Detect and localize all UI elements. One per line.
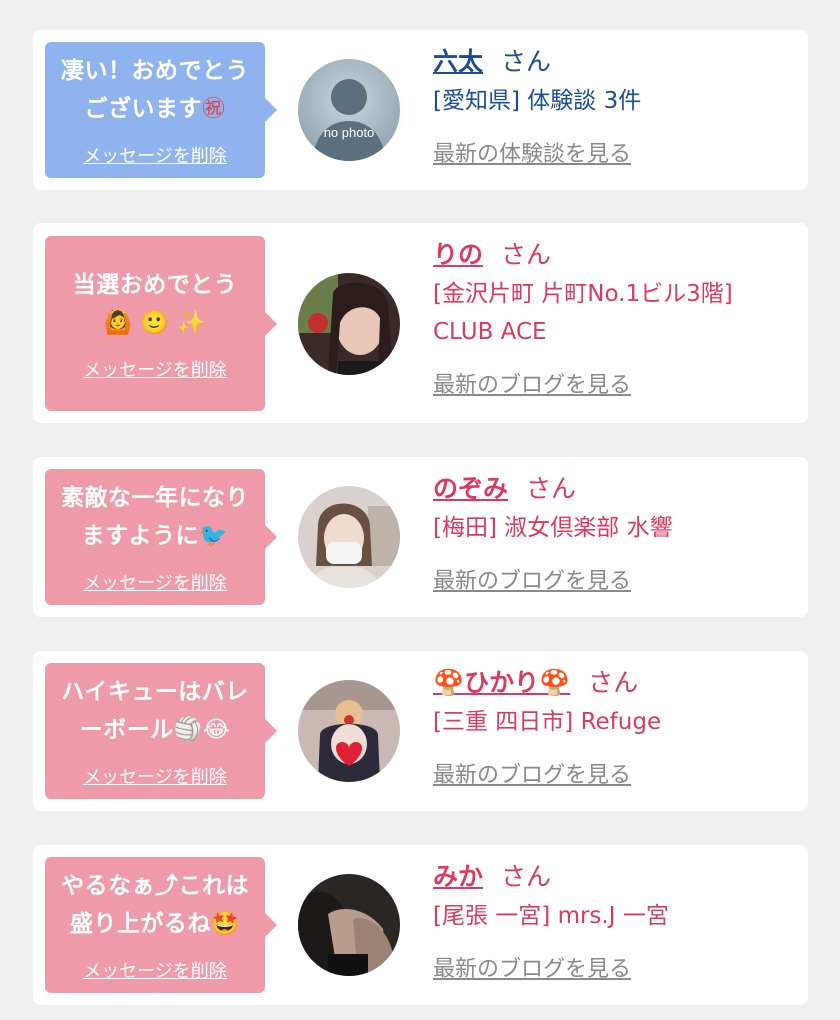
message-bubble: やるなぁ⤴これは盛り上がるね🤩 メッセージを削除 <box>45 857 277 993</box>
latest-post-link[interactable]: 最新のブログを見る <box>433 757 788 789</box>
latest-post-link[interactable]: 最新のブログを見る <box>433 563 788 595</box>
user-name-link[interactable]: 六太 <box>433 47 483 76</box>
message-bubble: 当選おめでとう 🙆 🙂 ✨ メッセージを削除 <box>45 236 277 411</box>
latest-post-link[interactable]: 最新のブログを見る <box>433 367 788 399</box>
latest-post-link[interactable]: 最新のブログを見る <box>433 951 788 983</box>
list-item: 素敵な一年になりますように🐦 メッセージを削除 のぞみ さん [梅田] 淑女倶楽部… <box>33 457 808 617</box>
avatar[interactable] <box>298 874 400 976</box>
user-name-link[interactable]: みか <box>433 862 483 891</box>
message-text: 当選おめでとう <box>72 271 238 298</box>
delete-message-link[interactable]: メッセージを削除 <box>83 957 227 983</box>
avatar[interactable] <box>298 680 400 782</box>
bird-icon: 🐦 <box>199 523 229 549</box>
honorific: さん <box>526 474 577 503</box>
message-bubble: 素敵な一年になりますように🐦 メッセージを削除 <box>45 469 277 605</box>
message-bubble: ハイキューはバレーボール🏐😂 メッセージを削除 <box>45 663 277 799</box>
honorific: さん <box>501 47 552 76</box>
user-info: みか さん [尾張 一宮] mrs.J 一宮 最新のブログを見る <box>433 859 788 983</box>
user-name-link[interactable]: りの <box>433 240 483 269</box>
star-struck-icon: 🤩 <box>210 911 241 937</box>
list-item: 当選おめでとう 🙆 🙂 ✨ メッセージを削除 りの さん [金沢片町 片町No.1ビ… <box>33 223 808 423</box>
latest-post-link[interactable]: 最新の体験談を見る <box>433 136 788 168</box>
volleyball-laugh-icon: 🏐😂 <box>173 717 231 743</box>
list-item: 凄い！おめでとうございます㊗ メッセージを削除 no photo 六太 さん [… <box>33 30 808 190</box>
user-detail: [梅田] 淑女倶楽部 水響 <box>433 515 673 541</box>
user-name-link[interactable]: のぞみ <box>433 474 508 503</box>
delete-message-link[interactable]: メッセージを削除 <box>83 142 227 168</box>
honorific: さん <box>588 668 639 697</box>
user-detail: [金沢片町 片町No.1ビル3階] CLUB ACE <box>433 281 733 345</box>
user-detail: [尾張 一宮] mrs.J 一宮 <box>433 903 669 929</box>
user-info: 🍄ひかり🍄 さん [三重 四日市] Refuge 最新のブログを見る <box>433 665 788 789</box>
emoji-icon: 🙆 🙂 ✨ <box>103 309 207 336</box>
avatar[interactable]: no photo <box>298 59 400 161</box>
delete-message-link[interactable]: メッセージを削除 <box>83 763 227 789</box>
honorific: さん <box>501 862 552 891</box>
user-detail: [三重 四日市] Refuge <box>433 709 662 735</box>
celebration-icon: ㊗ <box>202 96 226 122</box>
user-name-link[interactable]: 🍄ひかり🍄 <box>433 668 570 697</box>
user-detail: [愛知県] 体験談 3件 <box>433 88 642 114</box>
avatar[interactable] <box>298 486 400 588</box>
avatar[interactable] <box>298 273 400 375</box>
user-info: のぞみ さん [梅田] 淑女倶楽部 水響 最新のブログを見る <box>433 471 788 595</box>
message-bubble: 凄い！おめでとうございます㊗ メッセージを削除 <box>45 42 277 178</box>
no-photo-label: no photo <box>324 125 375 140</box>
user-info: りの さん [金沢片町 片町No.1ビル3階] CLUB ACE 最新のブログを見… <box>433 237 788 399</box>
message-list: 凄い！おめでとうございます㊗ メッセージを削除 no photo 六太 さん [… <box>0 0 840 1020</box>
list-item: ハイキューはバレーボール🏐😂 メッセージを削除 🍄ひかり🍄 さん [三重 四日市]… <box>33 651 808 811</box>
honorific: さん <box>501 240 552 269</box>
user-info: 六太 さん [愛知県] 体験談 3件 最新の体験談を見る <box>433 44 788 168</box>
delete-message-link[interactable]: メッセージを削除 <box>83 356 227 382</box>
delete-message-link[interactable]: メッセージを削除 <box>83 569 227 595</box>
list-item: やるなぁ⤴これは盛り上がるね🤩 メッセージを削除 みか さん [尾張 一宮] mr… <box>33 845 808 1005</box>
